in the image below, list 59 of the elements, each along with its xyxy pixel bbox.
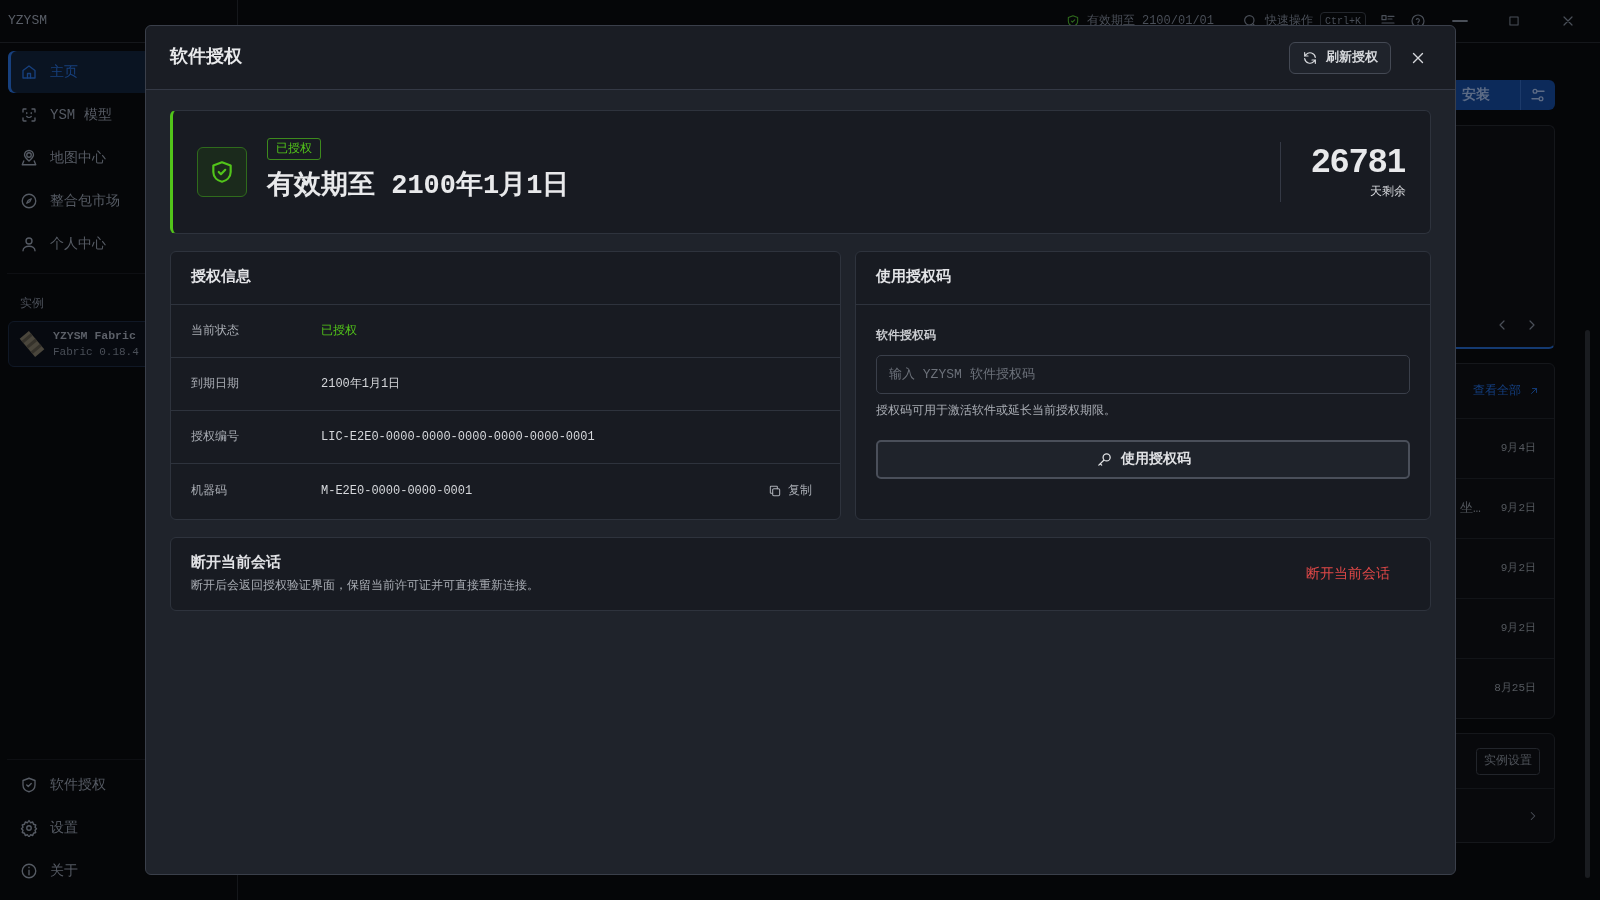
field-value: 2100年1月1日: [321, 376, 401, 393]
instance-name: YZYSM Fabric: [53, 328, 137, 345]
sidebar-item[interactable]: 整合包市场: [8, 180, 229, 222]
sidebar-item[interactable]: 关于: [8, 850, 229, 892]
sidebar-item[interactable]: 设置: [8, 807, 229, 849]
session-description: 断开后会返回授权验证界面，保留当前许可证并可直接重新连接。: [191, 578, 539, 596]
copy-icon: [768, 483, 782, 498]
status-tag: 已授权: [267, 137, 321, 160]
apply-code-button[interactable]: 使用授权码: [876, 440, 1410, 479]
key-icon: [1095, 451, 1113, 468]
card-title: 授权信息: [171, 252, 840, 305]
license-status: 有效期至 2100/01/01: [1086, 13, 1214, 30]
card-title: 使用授权码: [856, 252, 1430, 305]
copy-button[interactable]: 复制: [768, 481, 812, 500]
shield-check-icon: [1065, 14, 1080, 28]
instance-settings-button[interactable]: 实例设置: [1476, 747, 1540, 775]
days-caption: 天剩余: [1370, 184, 1406, 201]
activity-date: 9月4日: [1500, 441, 1536, 457]
sliders-icon: [1529, 86, 1547, 104]
shield-check-icon: [20, 776, 38, 794]
activity-date: 9月2日: [1500, 561, 1536, 577]
scrollbar[interactable]: [1585, 330, 1590, 878]
sidebar-item[interactable]: 地图中心: [8, 137, 229, 179]
home-icon: [20, 63, 38, 81]
settings-icon: [20, 819, 38, 837]
card-title: 断开当前会话: [191, 553, 282, 574]
shield-check-icon: [197, 147, 247, 197]
compass-icon: [20, 192, 38, 210]
refresh-icon: [1302, 49, 1318, 66]
field-label: 到期日期: [191, 376, 240, 393]
disconnect-button[interactable]: 断开当前会话: [1302, 559, 1394, 589]
days-remaining: 26781: [1311, 143, 1406, 177]
field-label: 授权编号: [191, 429, 240, 446]
field-label: 机器码: [191, 482, 228, 500]
sidebar-item[interactable]: YSM 模型: [8, 94, 229, 136]
license-code-field[interactable]: 输入 YZYSM 软件授权码: [876, 355, 1410, 394]
section-label: 实例: [19, 296, 45, 313]
sidebar-item[interactable]: 软件授权: [8, 764, 229, 806]
refresh-button[interactable]: 刷新授权: [1289, 41, 1391, 74]
help-text: 授权码可用于激活软件或延长当前授权期限。: [876, 403, 1117, 420]
instance-version: Fabric 0.18.4: [53, 345, 139, 361]
view-all-link[interactable]: 查看全部: [1473, 382, 1540, 400]
activity-date: 8月25日: [1494, 681, 1536, 697]
field-label: 软件授权码: [876, 328, 937, 345]
field-value: LIC-E2E0-0000-0000-0000-0000-0000-0001: [321, 429, 595, 446]
expiry-headline: 有效期至 2100年1月1日: [267, 169, 571, 203]
activity-date: 9月2日: [1500, 501, 1536, 517]
minimize-icon: [1452, 20, 1468, 22]
status-value: 已授权: [321, 323, 357, 340]
info-icon: [20, 862, 38, 880]
field-value: M-E2E0-0000-0000-0001: [321, 482, 473, 500]
user-icon: [20, 235, 38, 253]
activity-text: 坐…: [1460, 499, 1481, 518]
face-scan-icon: [20, 106, 38, 124]
activity-date: 9月2日: [1500, 621, 1536, 637]
maximize-icon: [1507, 14, 1521, 28]
map-pin-icon: [20, 149, 38, 167]
arrow-up-right-icon: [1528, 385, 1540, 397]
app-title: YZYSM: [8, 12, 47, 31]
